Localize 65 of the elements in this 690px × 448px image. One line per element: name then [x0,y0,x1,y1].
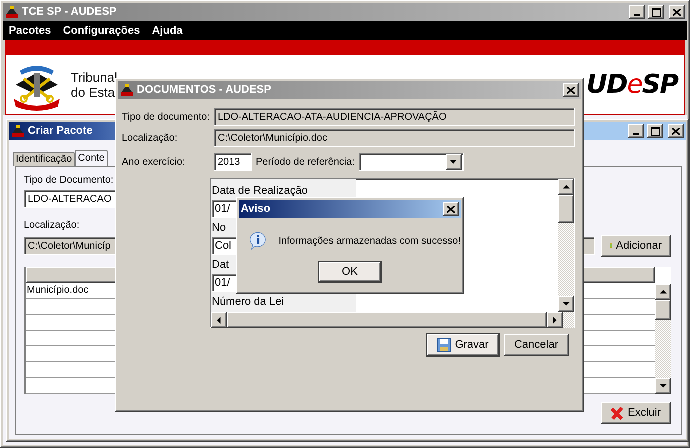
maximize-icon [652,8,660,16]
field-label: Localização: [122,132,179,144]
close-button[interactable] [669,5,685,19]
banner-text: do Esta [71,84,116,100]
menu-item[interactable]: Configurações [63,24,140,36]
window-title: TCE SP - AUDESP [22,6,118,18]
add-button[interactable]: Adicionar [601,235,671,257]
arrow-down-icon [660,384,666,388]
scroll-thumb[interactable] [558,195,574,223]
close-icon [567,86,575,94]
banner-text: Tribunal [71,70,118,84]
scrollbar[interactable] [558,179,574,312]
cancel-button[interactable]: Cancelar [504,334,569,356]
delete-button[interactable]: Excluir [601,402,671,424]
close-button[interactable] [563,83,579,97]
field-label: Data de Realização [212,184,308,198]
scrollbar[interactable] [655,284,671,394]
field-label: Período de referência: [256,156,355,168]
field-label: No [212,221,226,235]
scroll-up-button[interactable] [655,284,671,300]
window-title: Criar Pacote [28,125,94,137]
close-button[interactable] [443,202,459,216]
field-label: Tipo de Documento: [24,175,114,186]
year-field[interactable]: 2013 [214,153,252,171]
scroll-left-button[interactable] [211,312,227,328]
app-icon[interactable] [11,124,25,138]
app-icon[interactable] [5,5,19,19]
period-dropdown[interactable] [358,153,464,171]
cross-icon [610,406,624,420]
maximize-button[interactable] [647,124,663,138]
save-button[interactable]: Gravar [427,334,499,356]
close-icon [672,128,680,134]
field-label: Tipo de documento: [122,112,210,122]
menu-item[interactable]: Ajuda [152,24,183,36]
message-text: Informações armazenadas com sucesso! [278,236,461,246]
arrow-down-icon [562,302,570,306]
field-label: Número da Lei [212,295,284,309]
tab[interactable]: Conte [75,150,108,166]
window-title: Aviso [241,203,272,215]
scroll-up-button[interactable] [558,179,574,195]
close-button[interactable] [668,124,684,138]
minimize-button[interactable] [628,124,644,138]
scroll-thumb[interactable] [655,300,671,320]
scroll-down-button[interactable] [558,296,574,312]
arrow-right-icon [553,316,557,324]
field-label: Localização: [24,220,80,231]
maximize-button[interactable] [648,5,664,19]
scroll-down-button[interactable] [655,378,671,394]
app-icon[interactable] [120,83,134,97]
close-icon [447,206,455,212]
arrow-up-icon [660,290,666,294]
scroll-right-button[interactable] [547,312,563,328]
window-title: DOCUMENTOS - AUDESP [137,84,272,96]
arrow-up-icon [562,185,570,189]
close-icon [673,8,681,16]
field-label: Ano exercício: [122,156,186,168]
arrow-left-icon [217,316,221,324]
field-label: Dat [212,258,230,272]
ok-button[interactable]: OK [319,262,381,282]
dropdown-arrow-icon [450,160,458,164]
tab[interactable]: Identificação [13,152,76,166]
minimize-button[interactable] [629,5,645,19]
udesp-logo: UDeSP [586,70,678,100]
menu-item[interactable]: Pacotes [9,24,52,36]
maximize-icon [650,126,660,136]
